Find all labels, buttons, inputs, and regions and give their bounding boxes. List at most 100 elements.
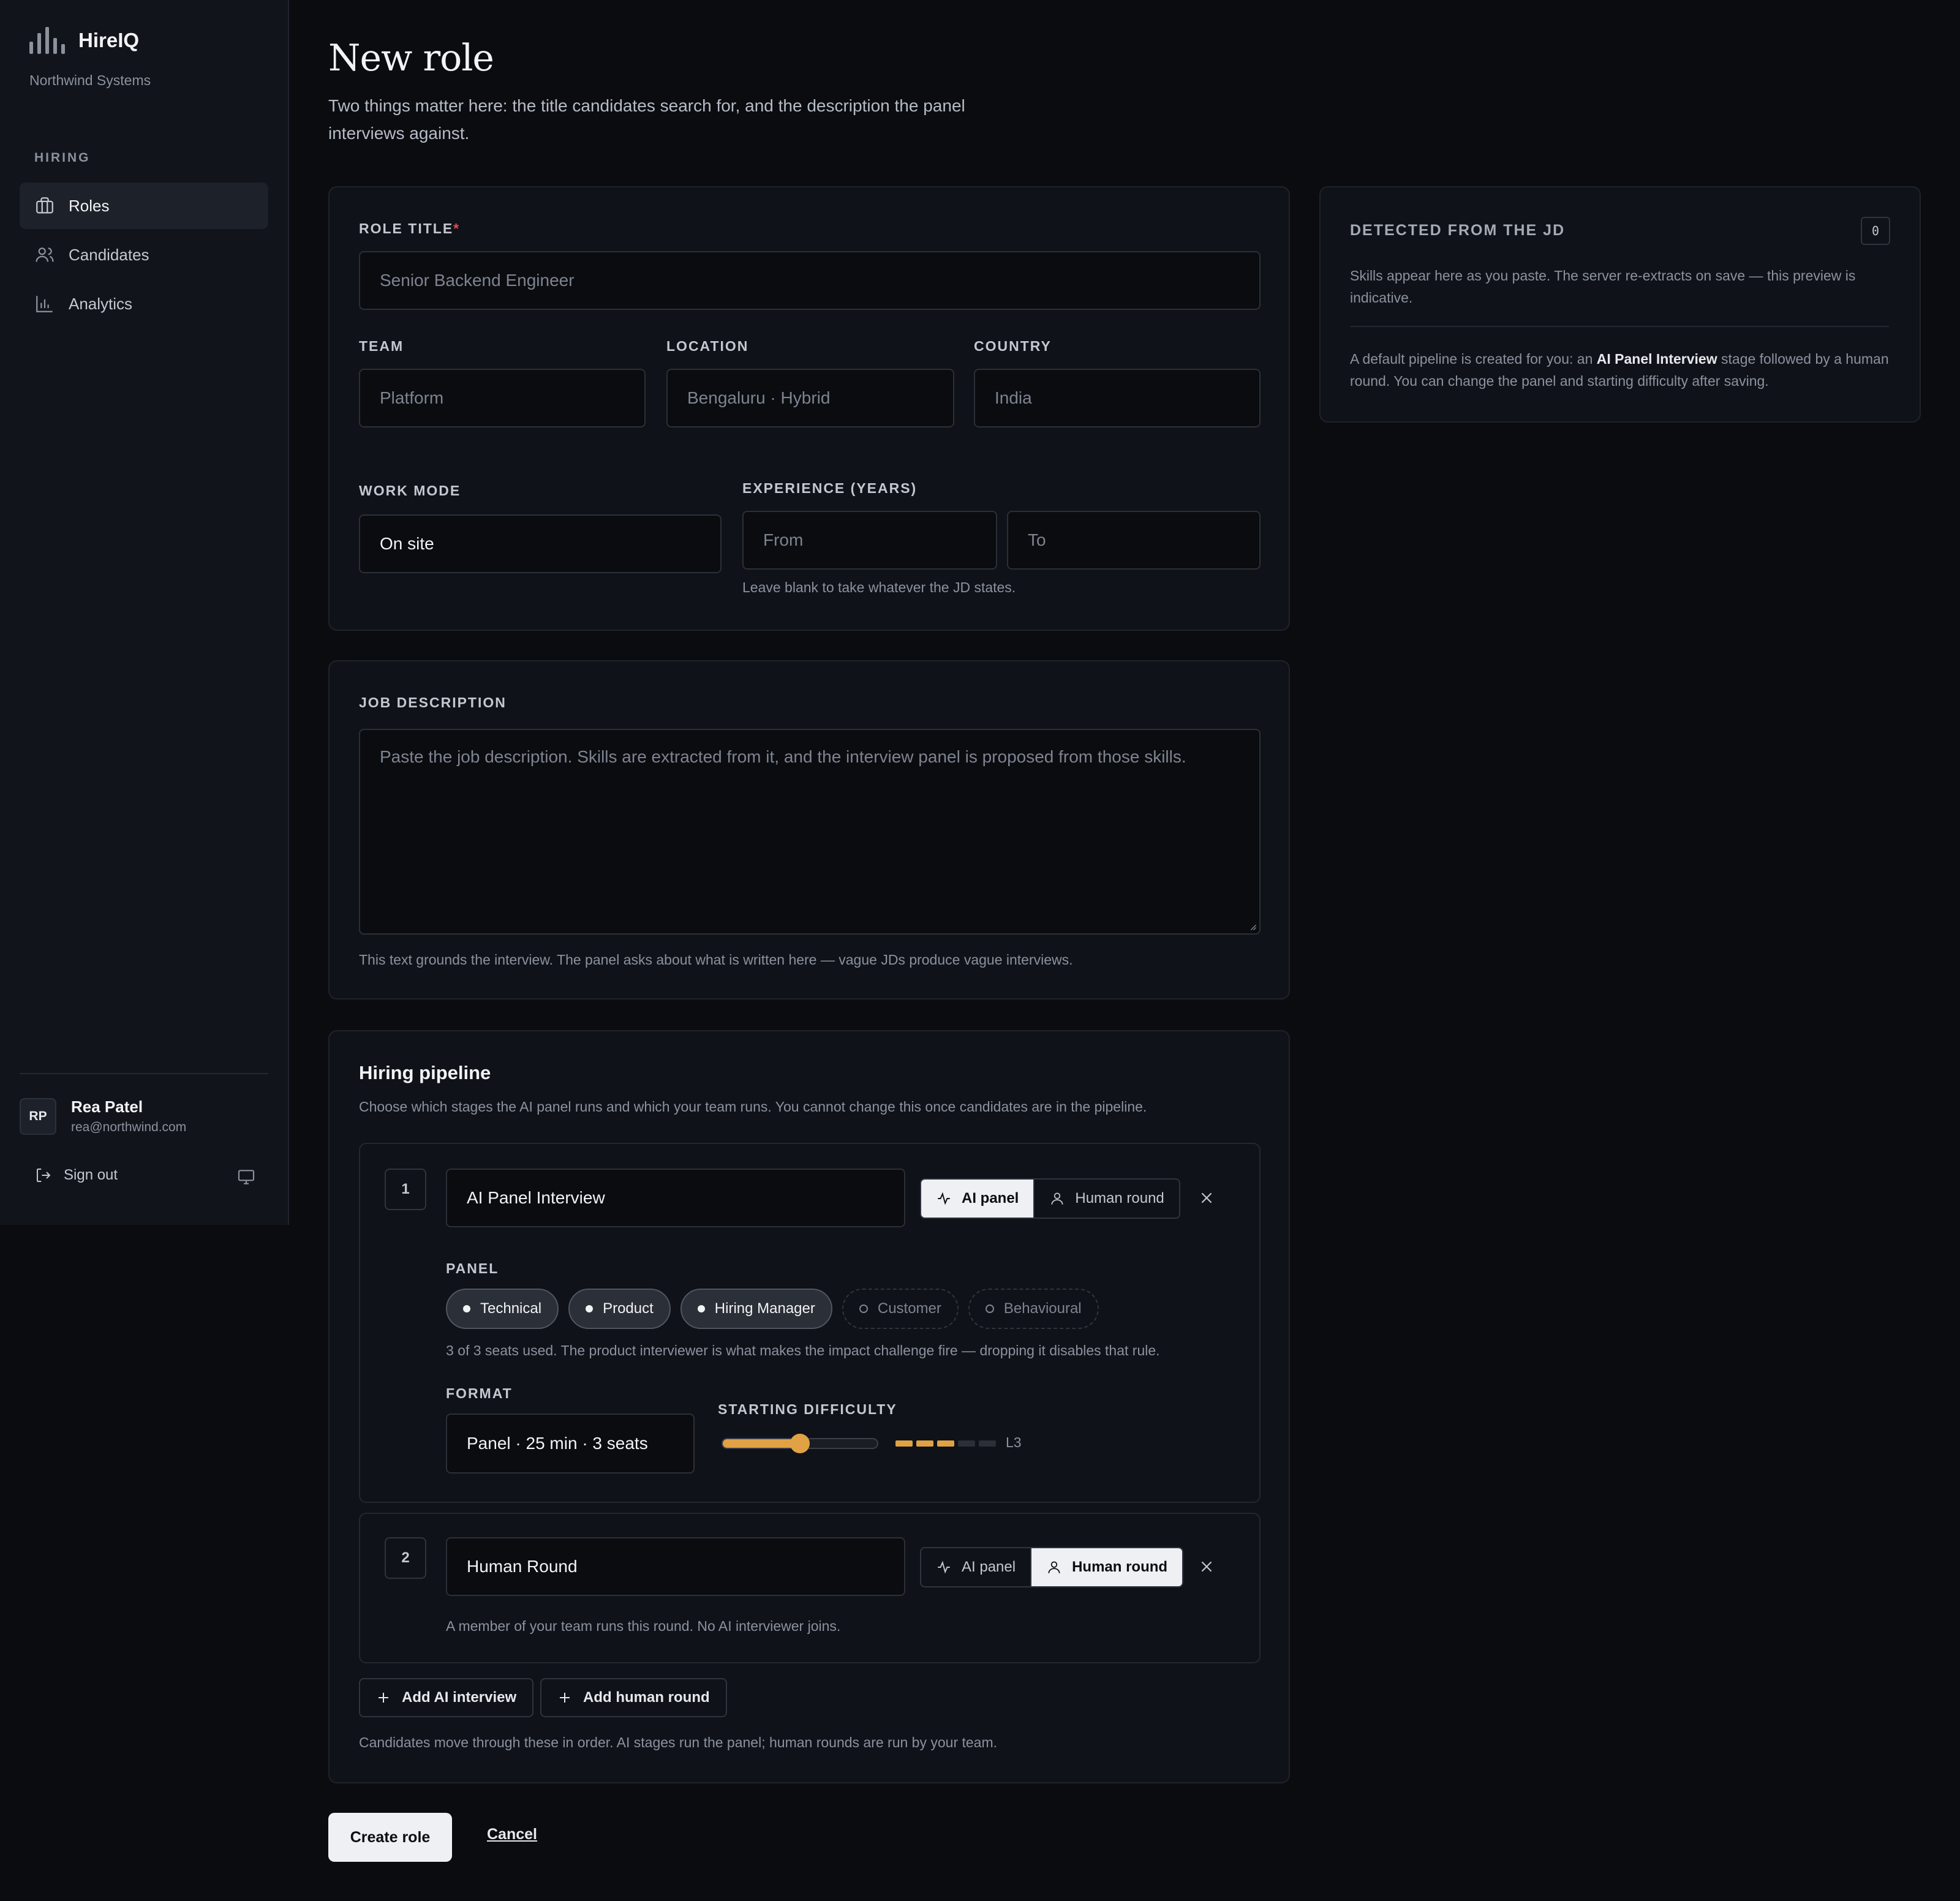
difficulty-level-segment xyxy=(958,1440,975,1447)
chip-label: Behavioural xyxy=(1003,1300,1082,1317)
user-name: Rea Patel xyxy=(71,1097,143,1116)
brand[interactable]: HireIQ xyxy=(29,27,139,54)
panel-chip-technical[interactable]: Technical xyxy=(446,1289,559,1329)
human-round-label: Human round xyxy=(1072,1559,1168,1575)
difficulty-level-segment xyxy=(979,1440,996,1447)
user-profile[interactable]: RP Rea Patel rea@northwind.com xyxy=(20,1097,186,1135)
ai-panel-option[interactable]: AI panel xyxy=(921,1548,1030,1586)
sidebar-nav: Roles Candidates Analytics xyxy=(20,183,268,329)
add-ai-interview-button[interactable]: Add AI interview xyxy=(359,1678,534,1717)
format-label: FORMAT xyxy=(446,1385,513,1401)
panel-chip-product[interactable]: Product xyxy=(568,1289,671,1329)
display-mode-button[interactable] xyxy=(235,1167,257,1191)
chip-label: Product xyxy=(603,1300,654,1317)
country-input[interactable]: India xyxy=(974,369,1261,427)
panel-hint: 3 of 3 seats used. The product interview… xyxy=(446,1342,1160,1358)
sidebar-item-label: Candidates xyxy=(69,245,149,264)
difficulty-slider-thumb[interactable] xyxy=(790,1434,810,1453)
difficulty-level-text: L3 xyxy=(1006,1434,1022,1450)
detected-skills-panel: DETECTED FROM THE JD 0 Skills appear her… xyxy=(1319,186,1921,423)
page-title: New role xyxy=(328,37,494,80)
default-pipeline-note: A default pipeline is created for you: a… xyxy=(1350,351,1889,389)
job-description-hint: This text grounds the interview. The pan… xyxy=(359,952,1073,968)
chip-label: Technical xyxy=(480,1300,542,1317)
remove-stage-button[interactable] xyxy=(1194,1554,1219,1579)
stage-name-input[interactable]: AI Panel Interview xyxy=(446,1169,905,1227)
sidebar-item-roles[interactable]: Roles xyxy=(20,183,268,229)
panel-chip-customer[interactable]: Customer xyxy=(842,1289,959,1329)
page-subtitle: Two things matter here: the title candid… xyxy=(328,96,965,143)
human-round-hint: A member of your team runs this round. N… xyxy=(446,1618,841,1634)
stage-number: 2 xyxy=(385,1537,426,1579)
bar-chart-icon xyxy=(36,296,53,312)
team-label: TEAM xyxy=(359,338,404,354)
detected-divider xyxy=(1350,326,1889,327)
team-input[interactable]: Platform xyxy=(359,369,646,427)
human-round-option[interactable]: Human round xyxy=(1033,1180,1178,1218)
panel-chip-hiring-manager[interactable]: Hiring Manager xyxy=(680,1289,832,1329)
pipeline-stage-1: 1 AI Panel Interview AI panel Human roun… xyxy=(359,1143,1261,1503)
logout-icon xyxy=(37,1169,51,1182)
stage-mode-toggle: AI panel Human round xyxy=(920,1547,1184,1587)
app-name: HireIQ xyxy=(78,29,140,51)
country-label: COUNTRY xyxy=(974,338,1052,354)
experience-from-input[interactable]: From xyxy=(742,511,997,570)
role-title-input[interactable]: Senior Backend Engineer xyxy=(359,251,1261,310)
sidebar-item-candidates[interactable]: Candidates xyxy=(20,232,268,278)
chip-label: Hiring Manager xyxy=(714,1300,815,1317)
add-human-label: Add human round xyxy=(583,1689,710,1706)
add-ai-label: Add AI interview xyxy=(402,1689,517,1706)
difficulty-level-segment xyxy=(937,1440,954,1447)
users-icon xyxy=(36,247,54,262)
nav-section-label: HIRING xyxy=(34,151,91,165)
activity-icon xyxy=(938,1560,950,1574)
panel-label: PANEL xyxy=(446,1260,499,1276)
plus-icon xyxy=(379,1693,388,1703)
pipeline-stage-2: 2 Human Round AI panel Human round A mem… xyxy=(359,1513,1261,1663)
detected-description: Skills appear here as you paste. The ser… xyxy=(1350,268,1856,306)
location-input[interactable]: Bengaluru · Hybrid xyxy=(666,369,954,427)
unselected-dot-icon xyxy=(985,1304,994,1313)
sign-out-label: Sign out xyxy=(64,1167,118,1183)
sidebar-divider xyxy=(20,1073,268,1074)
user-icon xyxy=(1048,1561,1060,1573)
job-description-textarea[interactable]: Paste the job description. Skills are ex… xyxy=(359,729,1261,935)
sidebar-item-label: Analytics xyxy=(69,294,133,313)
difficulty-slider[interactable] xyxy=(722,1434,878,1453)
difficulty-level-meter xyxy=(895,1440,996,1447)
stage-number: 1 xyxy=(385,1169,426,1210)
avatar: RP xyxy=(20,1097,56,1135)
human-round-option[interactable]: Human round xyxy=(1030,1548,1183,1586)
experience-to-input[interactable]: To xyxy=(1007,511,1261,570)
user-icon xyxy=(1051,1192,1063,1205)
remove-stage-button[interactable] xyxy=(1194,1186,1219,1210)
close-icon xyxy=(1201,1561,1212,1572)
sign-out-button[interactable]: Sign out xyxy=(34,1166,118,1184)
sidebar-item-analytics[interactable]: Analytics xyxy=(20,280,268,327)
pipeline-footer-hint: Candidates move through these in order. … xyxy=(359,1734,998,1750)
job-description-card: JOB DESCRIPTION Paste the job descriptio… xyxy=(328,660,1290,999)
stage-name-input[interactable]: Human Round xyxy=(446,1537,905,1596)
skill-count-badge: 0 xyxy=(1861,217,1890,245)
ai-panel-option[interactable]: AI panel xyxy=(921,1180,1034,1218)
difficulty-label: STARTING DIFFICULTY xyxy=(718,1401,897,1417)
format-select[interactable]: Panel · 25 min · 3 seats xyxy=(446,1414,695,1474)
difficulty-slider-fill xyxy=(723,1439,800,1448)
detected-title: DETECTED FROM THE JD xyxy=(1350,222,1566,239)
panel-chip-behavioural[interactable]: Behavioural xyxy=(968,1289,1099,1329)
selected-dot-icon xyxy=(697,1305,705,1312)
work-mode-select[interactable]: On site xyxy=(359,514,722,573)
sidebar: HireIQ Northwind Systems HIRING Roles Ca… xyxy=(0,0,289,1225)
resize-handle-icon[interactable] xyxy=(1248,922,1257,931)
job-description-label: JOB DESCRIPTION xyxy=(359,695,507,710)
cancel-link[interactable]: Cancel xyxy=(487,1826,537,1843)
difficulty-level-segment xyxy=(895,1440,913,1447)
job-description-placeholder: Paste the job description. Skills are ex… xyxy=(380,747,1186,766)
add-human-round-button[interactable]: Add human round xyxy=(540,1678,727,1717)
panel-chips: Technical Product Hiring Manager Custome… xyxy=(446,1289,1099,1329)
create-role-button[interactable]: Create role xyxy=(328,1813,452,1862)
user-email: rea@northwind.com xyxy=(71,1120,187,1134)
work-mode-label: WORK MODE xyxy=(359,483,461,499)
ai-panel-label: AI panel xyxy=(962,1190,1019,1206)
org-name: Northwind Systems xyxy=(29,72,151,88)
